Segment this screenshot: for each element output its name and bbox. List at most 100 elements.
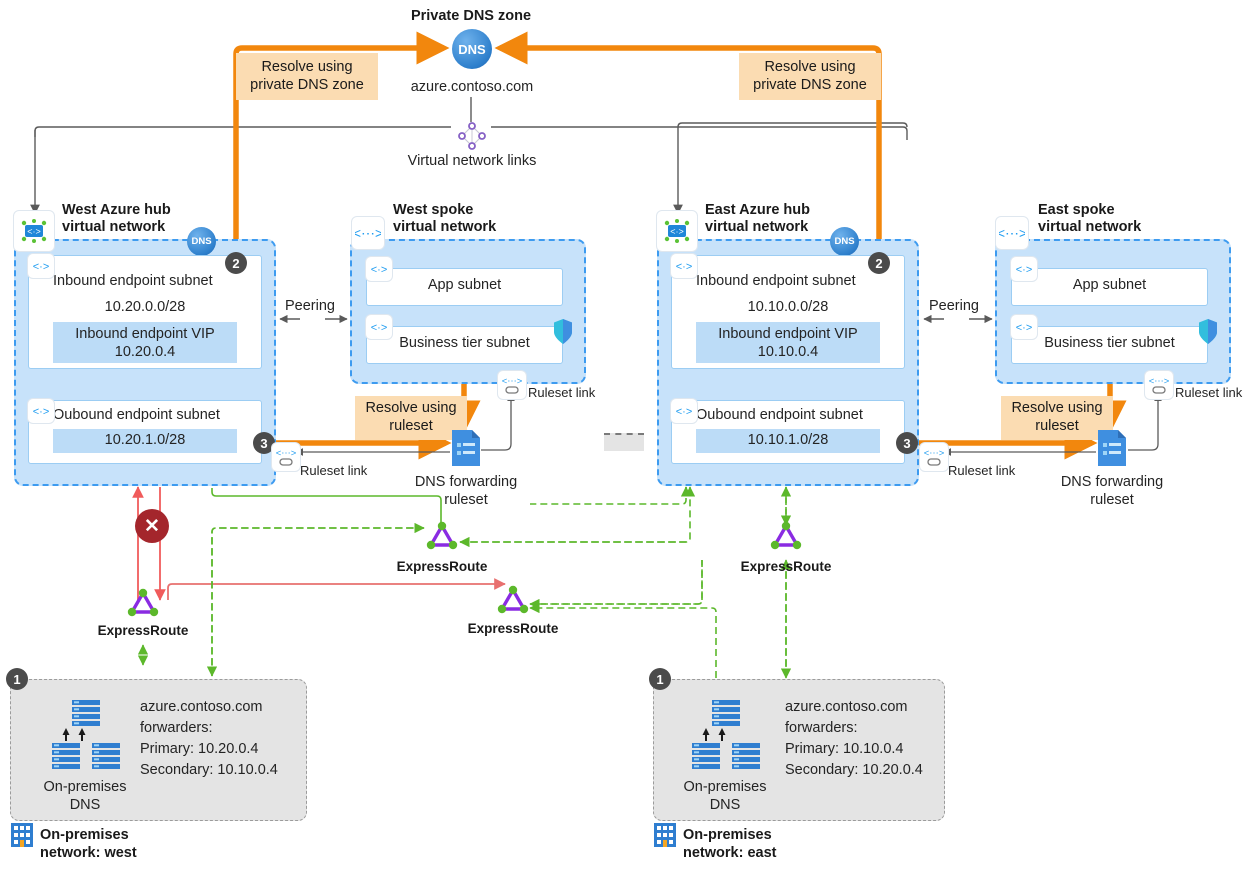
- east-hub-dns-icon: DNS: [830, 227, 859, 256]
- east-spoke-title-line1: East spoke: [1038, 202, 1115, 218]
- west-business-tier-subnet[interactable]: Business tier subnet: [366, 326, 563, 364]
- onprem-east-building-icon: [653, 822, 677, 848]
- onprem-dns-line2: DNS: [69, 797, 101, 813]
- svg-text:<⋯>: <⋯>: [1149, 376, 1170, 387]
- west-spoke-title-line2: virtual network: [393, 219, 497, 235]
- west-outbound-cidr: 10.20.1.0/28: [104, 432, 186, 448]
- east-outbound-subnet-label: Oubound endpoint subnet: [696, 407, 863, 423]
- er-east-onprem-label: ExpressRoute: [467, 621, 559, 636]
- onprem-east-dns-servers-icon: [688, 697, 763, 772]
- svg-text:<·>: <·>: [33, 406, 50, 418]
- svg-text:<·>: <·>: [371, 322, 388, 334]
- east-hub-title-line1: East Azure hub: [705, 202, 811, 218]
- forwarders-line2: forwarders:: [140, 720, 213, 736]
- onprem-network-line2: network: west: [40, 845, 137, 861]
- east-app-subnet-icon: <·>: [1011, 257, 1037, 281]
- west-hub-badge-2: 2: [225, 252, 247, 274]
- virtual-network-links-icon: [456, 120, 488, 152]
- east-business-subnet-icon: <·>: [1011, 315, 1037, 339]
- west-dns-forwarding-ruleset-label: DNS forwarding ruleset: [386, 473, 546, 509]
- svg-text:<·>: <·>: [371, 264, 388, 276]
- west-inbound-vip-box: Inbound endpoint VIP 10.20.0.4: [53, 322, 237, 363]
- dns-icon-label: DNS: [458, 41, 486, 57]
- west-dns-forwarding-ruleset-icon[interactable]: [451, 429, 481, 467]
- west-app-subnet[interactable]: App subnet: [366, 268, 563, 306]
- ruleset-label-line1: DNS forwarding: [1060, 474, 1164, 490]
- east-inbound-subnet-label: Inbound endpoint subnet: [696, 273, 856, 289]
- west-app-subnet-label: App subnet: [427, 277, 502, 293]
- east-outbound-cidr-box: 10.10.1.0/28: [696, 429, 880, 453]
- east-dns-forwarding-ruleset-icon[interactable]: [1097, 429, 1127, 467]
- er-west-hub-label: ExpressRoute: [396, 559, 488, 574]
- east-vip-label: Inbound endpoint VIP: [718, 326, 858, 342]
- west-inbound-subnet-icon: <·>: [28, 254, 54, 278]
- svg-text:<⋯>: <⋯>: [355, 225, 381, 241]
- onprem-west-forwarders: azure.contoso.com forwarders: Primary: 1…: [140, 697, 278, 781]
- east-spoke-vnet-icon: <⋯>: [996, 217, 1028, 249]
- west-spoke-ruleset-link-label: Ruleset link: [528, 385, 596, 400]
- west-outbound-endpoint-subnet[interactable]: Oubound endpoint subnet 10.20.1.0/28: [28, 400, 262, 464]
- west-hub-ruleset-link-icon: <⋯>: [272, 443, 300, 471]
- callout-west-private-dns-zone: Resolve using private DNS zone: [236, 53, 378, 100]
- mid-divider: [604, 433, 644, 451]
- callout-line1: Resolve using: [261, 59, 353, 75]
- west-vip-ip: 10.20.0.4: [114, 344, 176, 360]
- svg-text:<·>: <·>: [33, 261, 50, 273]
- forwarders-line4: Secondary: 10.10.0.4: [140, 762, 278, 778]
- dns-icon-label: DNS: [191, 236, 212, 247]
- west-peering-label: Peering: [285, 298, 335, 314]
- callout-line1: Resolve using: [365, 400, 457, 416]
- east-spoke-title-line2: virtual network: [1038, 219, 1142, 235]
- svg-text:<⋯>: <⋯>: [999, 225, 1025, 241]
- west-hub-ruleset-link-label: Ruleset link: [300, 463, 368, 478]
- onprem-dns-line1: On-premises: [683, 779, 767, 795]
- onprem-network-line2: network: east: [683, 845, 777, 861]
- svg-text:<·>: <·>: [676, 406, 693, 418]
- east-business-tier-subnet[interactable]: Business tier subnet: [1011, 326, 1208, 364]
- east-security-shield-icon: [1197, 318, 1219, 346]
- diagram-canvas: Private DNS zone DNS azure.contoso.com V…: [0, 0, 1245, 870]
- onprem-west-building-icon: [10, 822, 34, 848]
- east-hub-ruleset-link-icon: <⋯>: [920, 443, 948, 471]
- onprem-east-dns-label: On-premises DNS: [665, 778, 785, 814]
- svg-text:<⋯>: <⋯>: [502, 376, 523, 387]
- west-inbound-endpoint-subnet[interactable]: Inbound endpoint subnet 10.20.0.0/28 Inb…: [28, 255, 262, 369]
- er-west-onprem-icon: [125, 587, 161, 619]
- svg-text:<⋯>: <⋯>: [276, 448, 297, 459]
- callout-line2: private DNS zone: [753, 77, 867, 93]
- west-inbound-cidr: 10.20.0.0/28: [104, 299, 186, 315]
- east-inbound-vip-box: Inbound endpoint VIP 10.10.0.4: [696, 322, 880, 363]
- east-outbound-endpoint-subnet[interactable]: Oubound endpoint subnet 10.10.1.0/28: [671, 400, 905, 464]
- onprem-west-network-label: On-premises network: west: [40, 826, 137, 862]
- west-spoke-title: West spoke virtual network: [393, 202, 568, 236]
- ruleset-label-line2: ruleset: [1090, 492, 1134, 508]
- forwarders-line2: forwarders:: [785, 720, 858, 736]
- east-hub-title-line2: virtual network: [705, 219, 809, 235]
- forwarders-line3: Primary: 10.10.0.4: [785, 741, 904, 757]
- onprem-east-network-label: On-premises network: east: [683, 826, 776, 862]
- onprem-west-dns-servers-icon: [48, 697, 123, 772]
- east-hub-badge-2: 2: [868, 252, 890, 274]
- west-hub-dns-icon: DNS: [187, 227, 216, 256]
- east-dns-forwarding-ruleset-label: DNS forwarding ruleset: [1032, 473, 1192, 509]
- er-east-hub-label: ExpressRoute: [740, 559, 832, 574]
- east-inbound-endpoint-subnet[interactable]: Inbound endpoint subnet 10.10.0.0/28 Inb…: [671, 255, 905, 369]
- west-business-subnet-icon: <·>: [366, 315, 392, 339]
- east-business-subnet-label: Business tier subnet: [1044, 335, 1175, 351]
- east-vip-ip: 10.10.0.4: [757, 344, 819, 360]
- east-app-subnet[interactable]: App subnet: [1011, 268, 1208, 306]
- svg-text:<·>: <·>: [1016, 264, 1033, 276]
- east-hub-vnet-icon: <·>: [657, 211, 697, 251]
- west-spoke-vnet-icon: <⋯>: [352, 217, 384, 249]
- er-east-onprem-icon: [495, 584, 531, 616]
- onprem-dns-line2: DNS: [709, 797, 741, 813]
- east-inbound-cidr: 10.10.0.0/28: [747, 299, 829, 315]
- callout-east-private-dns-zone: Resolve using private DNS zone: [739, 53, 881, 100]
- forwarders-line4: Secondary: 10.20.0.4: [785, 762, 923, 778]
- onprem-west-dns-label: On-premises DNS: [25, 778, 145, 814]
- west-inbound-subnet-label: Inbound endpoint subnet: [53, 273, 213, 289]
- east-spoke-ruleset-link-icon: <⋯>: [1145, 371, 1173, 399]
- onprem-network-line1: On-premises: [40, 827, 129, 843]
- east-outbound-cidr: 10.10.1.0/28: [747, 432, 829, 448]
- svg-text:<·>: <·>: [27, 227, 41, 237]
